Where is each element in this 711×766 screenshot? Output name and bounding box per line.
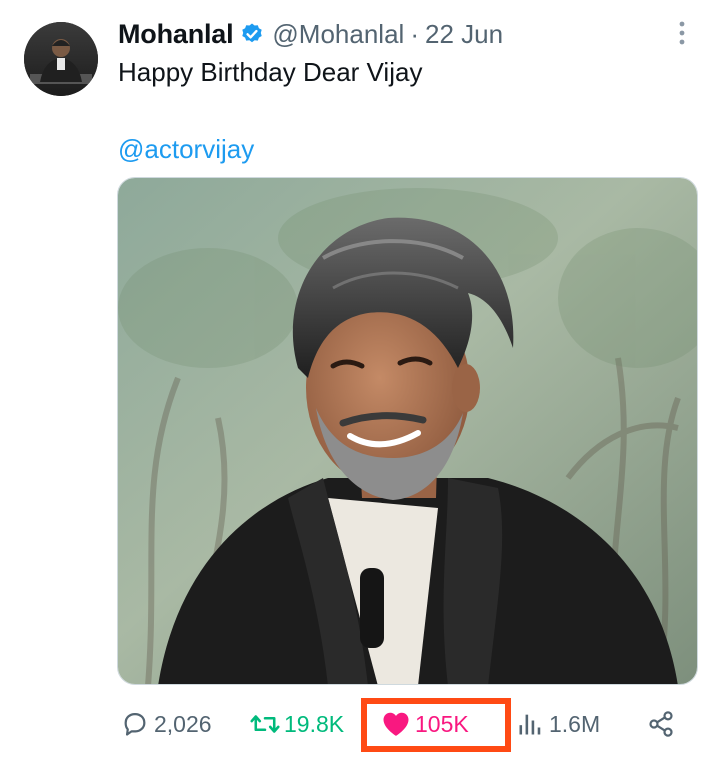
- retweet-button[interactable]: 19.8K: [250, 702, 344, 746]
- separator-dot: ·: [410, 18, 419, 49]
- tweet-text: Happy Birthday Dear Vijay: [118, 57, 423, 87]
- views-button[interactable]: 1.6M: [515, 702, 600, 746]
- tweet-action-bar: 2,026 19.8K 105K 1.6M: [0, 702, 711, 746]
- retweet-icon: [250, 709, 280, 739]
- share-button[interactable]: [646, 702, 676, 746]
- avatar[interactable]: [24, 22, 98, 96]
- tweet-header: Mohanlal @Mohanlal · 22 Jun: [118, 16, 503, 52]
- highlight-box: [361, 698, 511, 752]
- more-options-icon[interactable]: [672, 20, 692, 46]
- mention-link[interactable]: @actorvijay: [118, 133, 254, 165]
- reply-count: 2,026: [154, 710, 212, 737]
- verified-badge-icon: [240, 22, 264, 46]
- handle[interactable]: @Mohanlal: [272, 19, 404, 50]
- share-icon: [646, 709, 676, 739]
- reply-icon: [120, 709, 150, 739]
- reply-button[interactable]: 2,026: [120, 702, 212, 746]
- tweet-photo[interactable]: [117, 177, 698, 685]
- display-name[interactable]: Mohanlal: [118, 19, 234, 50]
- views-chart-icon: [515, 709, 545, 739]
- views-count: 1.6M: [549, 710, 601, 737]
- retweet-count: 19.8K: [284, 710, 345, 737]
- tweet-date[interactable]: 22 Jun: [425, 19, 503, 50]
